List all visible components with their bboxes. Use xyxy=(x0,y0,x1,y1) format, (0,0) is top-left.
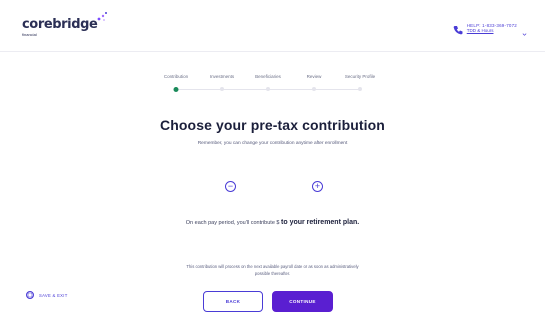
contribution-statement: On each pay period, you'll contribute $ … xyxy=(0,217,545,229)
step-dot-investments xyxy=(220,87,224,91)
progress-stepper: Contribution Investments Beneficiaries R… xyxy=(0,74,545,94)
chevron-down-icon[interactable] xyxy=(522,32,527,37)
increase-contribution-button[interactable]: + xyxy=(312,181,323,192)
step-dot-review xyxy=(312,87,316,91)
tdd-hours-link[interactable]: TDD & Hours xyxy=(467,28,517,33)
help-contact: HELP: 1-833-369-7072 TDD & Hours xyxy=(453,23,527,36)
step-label-review: Review xyxy=(306,74,322,79)
processing-note-line1: This contribution will process on the ne… xyxy=(186,264,359,269)
save-exit-label: SAVE & EXIT xyxy=(39,292,68,298)
page-title: Choose your pre-tax contribution xyxy=(160,117,385,133)
continue-button[interactable]: CONTINUE xyxy=(272,291,333,312)
step-label-investments: Investments xyxy=(209,74,235,79)
step-dot-contribution xyxy=(173,86,179,92)
step-label-security-profile: Security Profile xyxy=(344,74,376,79)
corebridge-logo[interactable]: corebridge financial xyxy=(22,12,107,37)
statement-prefix: On each pay period, you'll contribute $ xyxy=(185,220,280,226)
step-dot-beneficiaries xyxy=(266,87,270,91)
page-subtitle: Remember, you can change your contributi… xyxy=(197,141,348,146)
save-glyph-icon xyxy=(27,292,33,298)
step-label-contribution: Contribution xyxy=(163,74,189,79)
step-dot-security-profile xyxy=(358,87,362,91)
phone-icon xyxy=(453,26,463,35)
step-label-beneficiaries: Beneficiaries xyxy=(255,74,281,79)
logo-subtitle: financial xyxy=(22,32,37,37)
processing-note-line2: possible thereafter. xyxy=(254,271,291,276)
statement-bold-text: to your retirement plan. xyxy=(281,219,360,226)
logo-dots-icon xyxy=(97,12,107,21)
decrease-contribution-button[interactable]: − xyxy=(225,181,236,192)
app-header: corebridge financial HELP: 1-833-369-707… xyxy=(0,0,545,52)
save-icon xyxy=(26,291,34,299)
logo-wordmark: corebridge xyxy=(22,17,98,32)
back-button[interactable]: BACK xyxy=(203,291,263,312)
save-exit-button[interactable]: SAVE & EXIT xyxy=(26,291,68,299)
processing-note: This contribution will process on the ne… xyxy=(0,263,545,277)
